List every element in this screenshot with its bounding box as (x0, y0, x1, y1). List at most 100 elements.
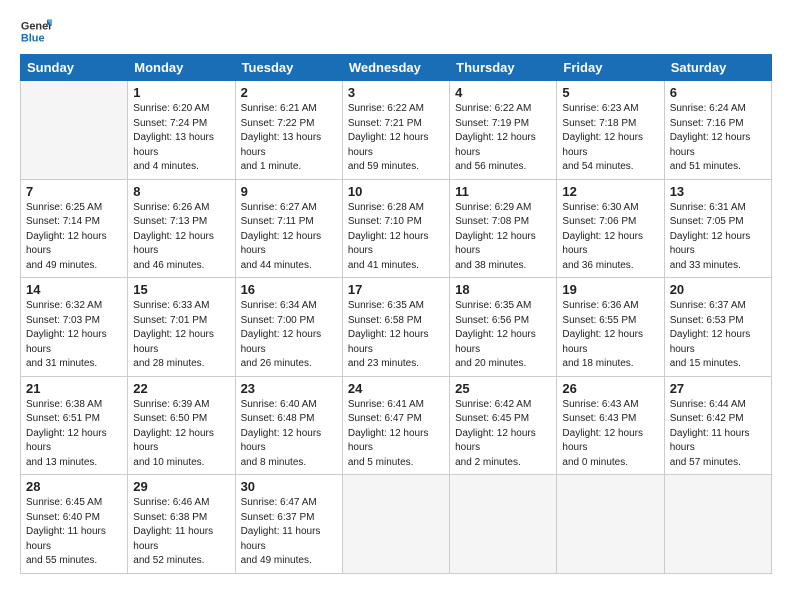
calendar-cell (21, 81, 128, 180)
daylight-cont: and 51 minutes. (670, 161, 741, 172)
weekday-header-monday: Monday (128, 55, 235, 81)
sunrise-label: Sunrise: 6:40 AM (241, 399, 317, 410)
daylight-cont: and 56 minutes. (455, 161, 526, 172)
calendar-cell: 4Sunrise: 6:22 AMSunset: 7:19 PMDaylight… (450, 81, 557, 180)
calendar-cell: 11Sunrise: 6:29 AMSunset: 7:08 PMDayligh… (450, 179, 557, 278)
calendar-cell: 6Sunrise: 6:24 AMSunset: 7:16 PMDaylight… (664, 81, 771, 180)
daylight-label: Daylight: 12 hours hours (455, 231, 536, 257)
daylight-label: Daylight: 12 hours hours (133, 428, 214, 454)
daylight-cont: and 59 minutes. (348, 161, 419, 172)
sunrise-label: Sunrise: 6:34 AM (241, 300, 317, 311)
sunset-label: Sunset: 6:53 PM (670, 315, 744, 326)
daylight-label: Daylight: 12 hours hours (670, 329, 751, 355)
calendar-cell: 10Sunrise: 6:28 AMSunset: 7:10 PMDayligh… (342, 179, 449, 278)
sunrise-label: Sunrise: 6:44 AM (670, 399, 746, 410)
sunset-label: Sunset: 7:11 PM (241, 216, 314, 227)
daylight-cont: and 26 minutes. (241, 358, 312, 369)
daylight-label: Daylight: 13 hours hours (133, 132, 214, 158)
calendar-cell: 7Sunrise: 6:25 AMSunset: 7:14 PMDaylight… (21, 179, 128, 278)
day-number: 14 (26, 282, 122, 297)
calendar-cell: 30Sunrise: 6:47 AMSunset: 6:37 PMDayligh… (235, 475, 342, 574)
generalblue-icon: General Blue (20, 16, 52, 48)
day-number: 15 (133, 282, 229, 297)
sunset-label: Sunset: 6:38 PM (133, 512, 207, 523)
day-number: 26 (562, 381, 658, 396)
calendar-cell: 1Sunrise: 6:20 AMSunset: 7:24 PMDaylight… (128, 81, 235, 180)
daylight-cont: and 8 minutes. (241, 457, 307, 468)
daylight-label: Daylight: 12 hours hours (670, 132, 751, 158)
sunrise-label: Sunrise: 6:39 AM (133, 399, 209, 410)
daylight-cont: and 49 minutes. (241, 555, 312, 566)
calendar-cell: 17Sunrise: 6:35 AMSunset: 6:58 PMDayligh… (342, 278, 449, 377)
calendar-cell: 3Sunrise: 6:22 AMSunset: 7:21 PMDaylight… (342, 81, 449, 180)
cell-info: Sunrise: 6:35 AMSunset: 6:56 PMDaylight:… (455, 299, 551, 372)
sunset-label: Sunset: 6:50 PM (133, 413, 207, 424)
sunset-label: Sunset: 7:05 PM (670, 216, 744, 227)
sunrise-label: Sunrise: 6:35 AM (455, 300, 531, 311)
sunrise-label: Sunrise: 6:26 AM (133, 202, 209, 213)
weekday-header-thursday: Thursday (450, 55, 557, 81)
weekday-header-wednesday: Wednesday (342, 55, 449, 81)
calendar-cell: 29Sunrise: 6:46 AMSunset: 6:38 PMDayligh… (128, 475, 235, 574)
daylight-cont: and 52 minutes. (133, 555, 204, 566)
daylight-cont: and 23 minutes. (348, 358, 419, 369)
day-number: 25 (455, 381, 551, 396)
sunrise-label: Sunrise: 6:36 AM (562, 300, 638, 311)
week-row-3: 14 Sunrise: 6:32 AMSunset: 7:03 PMDayligh… (21, 278, 772, 377)
day-number: 2 (241, 85, 337, 100)
cell-info: Sunrise: 6:32 AMSunset: 7:03 PMDaylight:… (26, 299, 122, 372)
daylight-cont: and 0 minutes. (562, 457, 628, 468)
daylight-label: Daylight: 13 hours hours (241, 132, 322, 158)
sunrise-label: Sunrise: 6:24 AM (670, 103, 746, 114)
day-number: 9 (241, 184, 337, 199)
daylight-cont: and 18 minutes. (562, 358, 633, 369)
sunset-label: Sunset: 7:01 PM (133, 315, 207, 326)
sunset-label: Sunset: 6:42 PM (670, 413, 744, 424)
calendar-cell: 19Sunrise: 6:36 AMSunset: 6:55 PMDayligh… (557, 278, 664, 377)
sunset-label: Sunset: 7:06 PM (562, 216, 636, 227)
daylight-label: Daylight: 12 hours hours (348, 428, 429, 454)
day-number: 29 (133, 479, 229, 494)
cell-info: Sunrise: 6:23 AMSunset: 7:18 PMDaylight:… (562, 102, 658, 175)
calendar-cell: 20Sunrise: 6:37 AMSunset: 6:53 PMDayligh… (664, 278, 771, 377)
daylight-cont: and 49 minutes. (26, 260, 97, 271)
cell-info: Sunrise: 6:29 AMSunset: 7:08 PMDaylight:… (455, 201, 551, 274)
calendar-cell: 14 Sunrise: 6:32 AMSunset: 7:03 PMDayligh… (21, 278, 128, 377)
calendar-cell: 28 Sunrise: 6:45 AMSunset: 6:40 PMDayligh… (21, 475, 128, 574)
sunset-label: Sunset: 7:14 PM (26, 216, 100, 227)
sunset-label: Sunset: 7:22 PM (241, 118, 315, 129)
weekday-header-friday: Friday (557, 55, 664, 81)
daylight-cont: and 2 minutes. (455, 457, 521, 468)
daylight-label: Daylight: 11 hours hours (26, 526, 106, 552)
sunset-label: Sunset: 6:43 PM (562, 413, 636, 424)
daylight-cont: and 36 minutes. (562, 260, 633, 271)
weekday-header-sunday: Sunday (21, 55, 128, 81)
daylight-label: Daylight: 12 hours hours (562, 428, 643, 454)
logo: General Blue (20, 16, 52, 48)
cell-info: Sunrise: 6:43 AMSunset: 6:43 PMDaylight:… (562, 398, 658, 471)
sunset-label: Sunset: 7:03 PM (26, 315, 100, 326)
daylight-label: Daylight: 12 hours hours (26, 329, 107, 355)
cell-info: Sunrise: 6:20 AMSunset: 7:24 PMDaylight:… (133, 102, 229, 175)
daylight-cont: and 20 minutes. (455, 358, 526, 369)
sunrise-label: Sunrise: 6:41 AM (348, 399, 424, 410)
daylight-cont: and 28 minutes. (133, 358, 204, 369)
day-number: 28 (26, 479, 122, 494)
sunrise-label: Sunrise: 6:42 AM (455, 399, 531, 410)
cell-info: Sunrise: 6:45 AMSunset: 6:40 PMDaylight:… (26, 496, 122, 569)
cell-info: Sunrise: 6:21 AMSunset: 7:22 PMDaylight:… (241, 102, 337, 175)
day-number: 24 (348, 381, 444, 396)
daylight-label: Daylight: 12 hours hours (133, 329, 214, 355)
sunrise-label: Sunrise: 6:28 AM (348, 202, 424, 213)
svg-text:Blue: Blue (21, 32, 45, 44)
daylight-label: Daylight: 12 hours hours (562, 329, 643, 355)
sunset-label: Sunset: 7:24 PM (133, 118, 207, 129)
day-number: 18 (455, 282, 551, 297)
sunrise-label: Sunrise: 6:45 AM (26, 497, 102, 508)
sunrise-label: Sunrise: 6:25 AM (26, 202, 102, 213)
cell-info: Sunrise: 6:28 AMSunset: 7:10 PMDaylight:… (348, 201, 444, 274)
calendar-cell (664, 475, 771, 574)
sunrise-label: Sunrise: 6:38 AM (26, 399, 102, 410)
daylight-label: Daylight: 12 hours hours (26, 428, 107, 454)
sunset-label: Sunset: 7:13 PM (133, 216, 207, 227)
